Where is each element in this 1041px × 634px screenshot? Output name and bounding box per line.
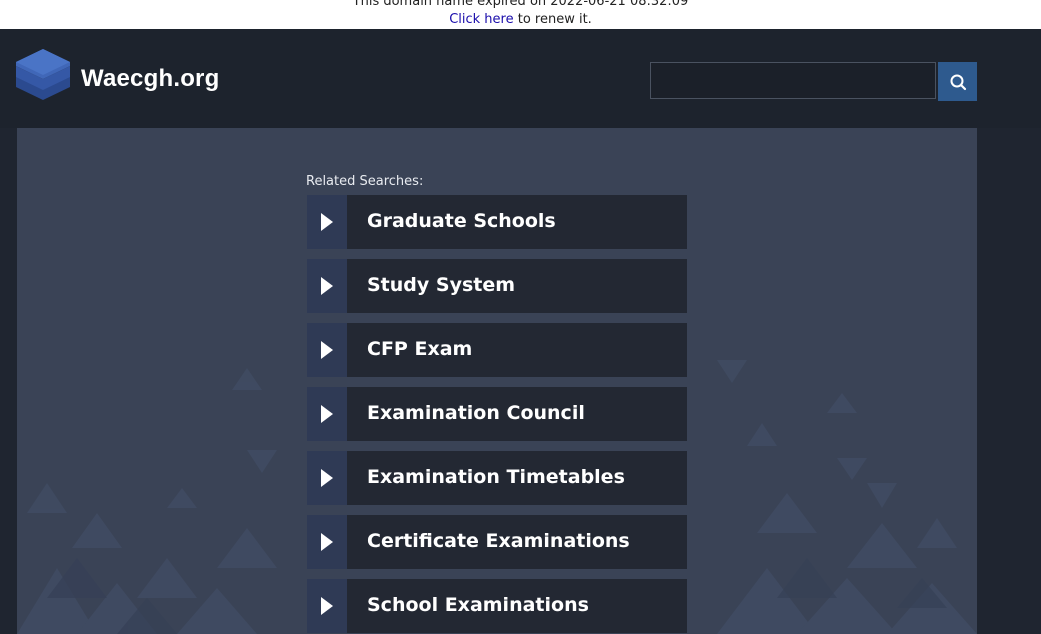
related-searches-label: Related Searches: bbox=[306, 174, 424, 189]
link-label: Study System bbox=[367, 274, 516, 296]
play-arrow-icon bbox=[307, 387, 347, 441]
link-label: Certificate Examinations bbox=[367, 530, 630, 552]
site-header: Waecgh.org bbox=[0, 29, 1041, 128]
link-label: Graduate Schools bbox=[367, 210, 556, 232]
site-name[interactable]: Waecgh.org bbox=[81, 65, 219, 93]
link-label: Examination Timetables bbox=[367, 466, 625, 488]
related-link-examination-timetables[interactable]: Examination Timetables bbox=[307, 451, 687, 505]
related-link-graduate-schools[interactable]: Graduate Schools bbox=[307, 195, 687, 249]
domain-expired-notice: This domain name expired on 2022-06-21 0… bbox=[0, 0, 1041, 29]
play-arrow-icon bbox=[307, 259, 347, 313]
logo-icon bbox=[16, 49, 70, 100]
related-link-school-examinations[interactable]: School Examinations bbox=[307, 579, 687, 633]
renew-line: Click here to renew it. bbox=[0, 13, 1041, 27]
related-link-certificate-examinations[interactable]: Certificate Examinations bbox=[307, 515, 687, 569]
expired-text: This domain name expired on 2022-06-21 0… bbox=[352, 0, 689, 9]
right-margin bbox=[977, 128, 1041, 634]
search-icon bbox=[950, 74, 966, 90]
play-arrow-icon bbox=[307, 451, 347, 505]
play-arrow-icon bbox=[307, 195, 347, 249]
search-button[interactable] bbox=[938, 62, 977, 101]
renew-link[interactable]: Click here bbox=[449, 12, 513, 27]
link-label: Examination Council bbox=[367, 402, 585, 424]
search-input[interactable] bbox=[650, 62, 936, 99]
related-links-list: Graduate Schools Study System CFP Exam E… bbox=[307, 195, 687, 634]
play-arrow-icon bbox=[307, 323, 347, 377]
link-label: CFP Exam bbox=[367, 338, 473, 360]
play-arrow-icon bbox=[307, 515, 347, 569]
renew-suffix: to renew it. bbox=[513, 12, 592, 27]
link-label: School Examinations bbox=[367, 594, 589, 616]
related-link-study-system[interactable]: Study System bbox=[307, 259, 687, 313]
related-link-examination-council[interactable]: Examination Council bbox=[307, 387, 687, 441]
main-panel: Related Searches: Graduate Schools Study… bbox=[17, 128, 977, 634]
play-arrow-icon bbox=[307, 579, 347, 633]
related-link-cfp-exam[interactable]: CFP Exam bbox=[307, 323, 687, 377]
